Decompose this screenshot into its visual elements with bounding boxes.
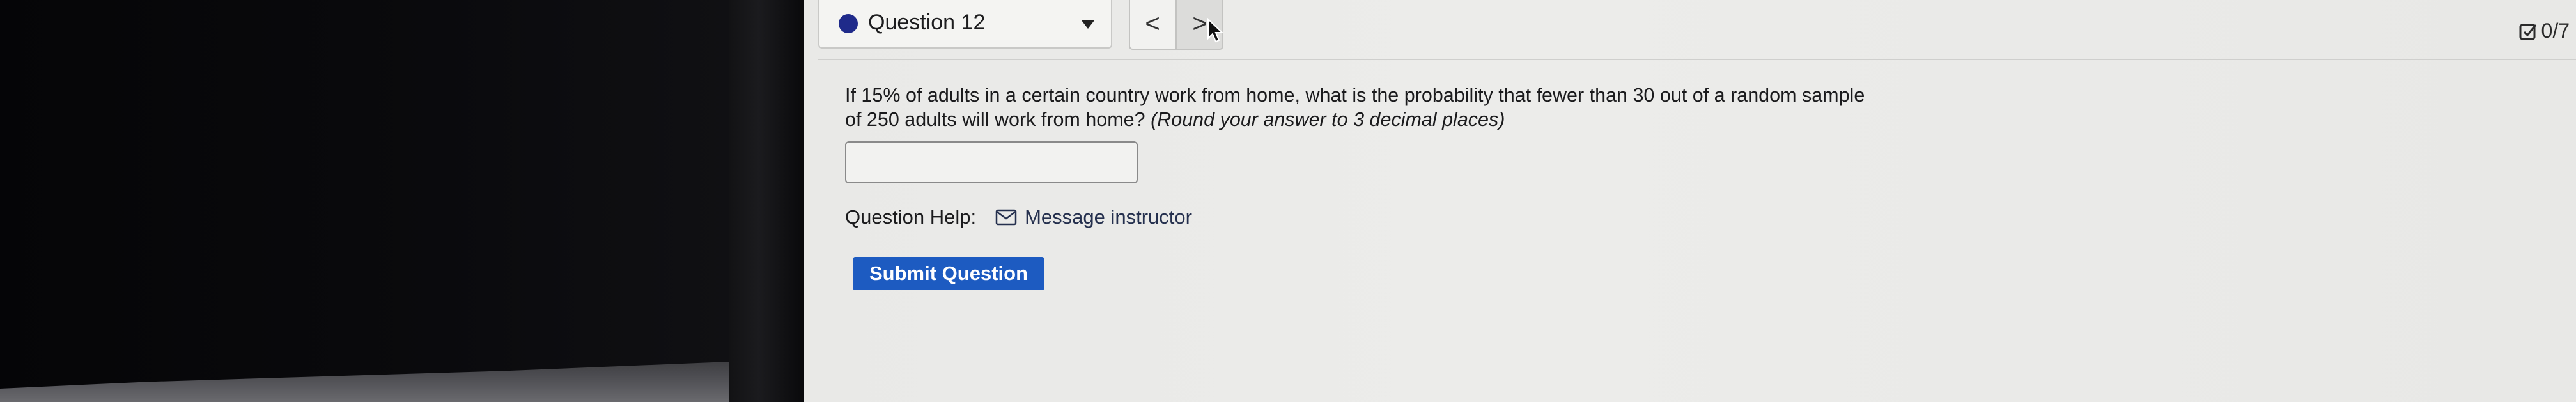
question-prompt: If 15% of adults in a certain country wo… <box>845 83 1868 132</box>
desk-background <box>0 0 735 402</box>
question-number-label: Question 12 <box>868 10 986 35</box>
question-selector[interactable]: Question 12 <box>818 0 1112 49</box>
header-divider <box>818 59 2576 60</box>
mouse-cursor-icon <box>1207 18 1223 43</box>
assignment-screen: Question 12 < > 0/7 If 15% of adults in … <box>804 0 2576 402</box>
monitor-bezel <box>729 0 804 402</box>
answer-input[interactable] <box>845 141 1138 183</box>
question-help-row: Question Help: Message instructor <box>845 206 1192 229</box>
status-dot-icon <box>839 14 858 33</box>
desk-surface <box>0 362 729 402</box>
chevron-down-icon <box>1082 20 1094 29</box>
question-help-label: Question Help: <box>845 206 977 228</box>
score-indicator: 0/7 <box>2518 19 2570 43</box>
message-instructor-link[interactable]: Message instructor <box>1025 206 1192 229</box>
chevron-right-icon: > <box>1192 10 1207 38</box>
rounding-hint: (Round your answer to 3 decimal places) <box>1151 109 1505 130</box>
submit-question-button[interactable]: Submit Question <box>853 257 1044 290</box>
mail-icon <box>995 209 1017 226</box>
score-text: 0/7 <box>2541 19 2570 42</box>
previous-question-button[interactable]: < <box>1129 0 1176 50</box>
chevron-left-icon: < <box>1145 10 1160 38</box>
checkbox-icon <box>2519 24 2536 40</box>
